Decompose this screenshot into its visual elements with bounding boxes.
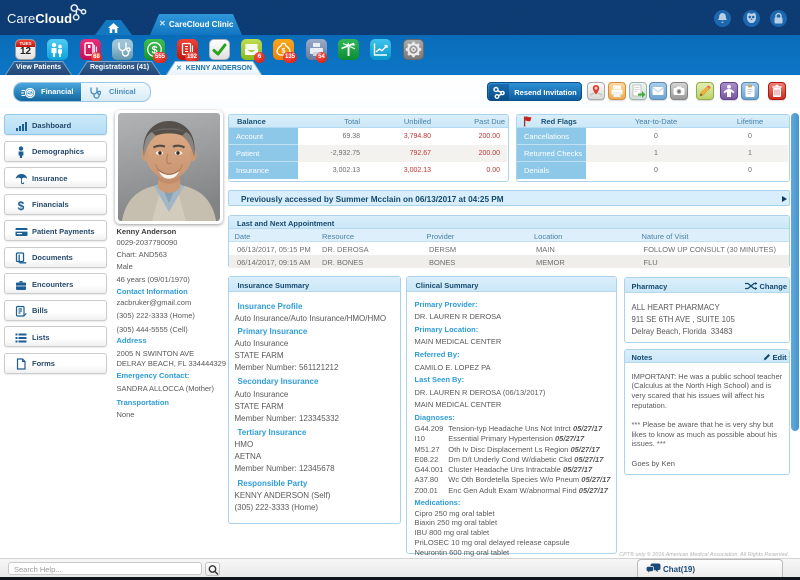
svg-text:$: $ [28,90,32,97]
svg-text:$: $ [18,199,25,212]
